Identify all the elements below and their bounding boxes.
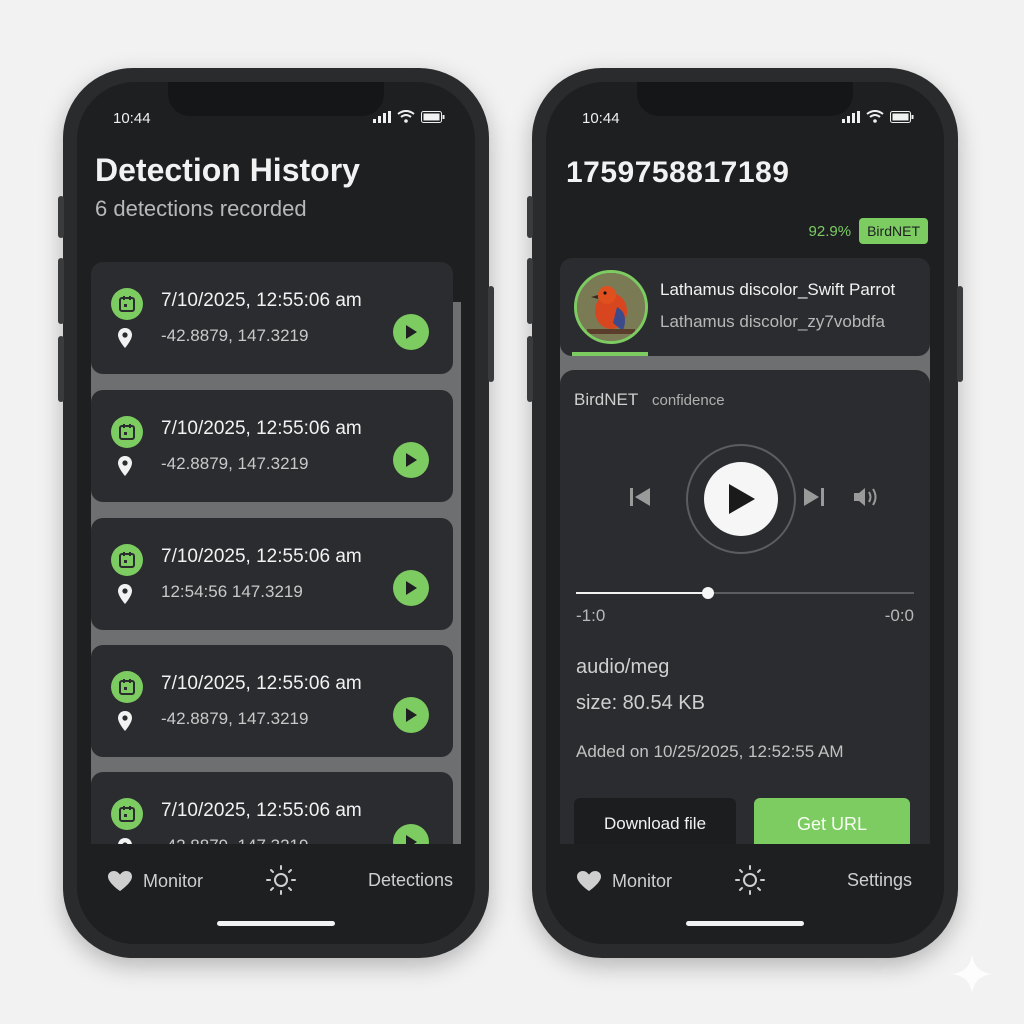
detection-id: 1759758817189 [566, 156, 790, 189]
play-button[interactable] [393, 697, 429, 733]
species-avatar [574, 270, 648, 344]
skip-forward-icon [804, 488, 824, 506]
audio-mime-type: audio/meg [576, 656, 670, 678]
skip-back-button[interactable] [628, 486, 652, 513]
audio-player-card: BirdNET confidence -1:0 -0:0 audio/meg s… [560, 370, 930, 880]
confidence-source-badge: BirdNET [859, 218, 928, 244]
species-common-name: Lathamus discolor_Swift Parrot [660, 280, 896, 299]
skip-forward-button[interactable] [802, 486, 826, 513]
volume-icon [854, 488, 877, 506]
play-button[interactable] [393, 442, 429, 478]
detection-coords: -42.8879, 147.3219 [161, 326, 309, 345]
calendar-icon [111, 288, 143, 320]
species-accent-bar [572, 352, 648, 356]
play-pause-button[interactable] [704, 462, 778, 536]
progress-knob[interactable] [701, 587, 714, 599]
volume-button[interactable] [852, 486, 880, 513]
heart-icon [108, 871, 132, 891]
confidence-row: 92.9% BirdNET [809, 218, 928, 244]
calendar-icon [111, 798, 143, 830]
battery-icon [890, 110, 914, 123]
location-pin-icon [117, 584, 133, 609]
detection-card[interactable]: 7/10/2025, 12:55:06 am -42.8879, 147.321… [91, 390, 453, 502]
player-header-sub: confidence [652, 392, 725, 409]
nav-detections[interactable]: Detections [368, 870, 453, 891]
detection-card[interactable]: 7/10/2025, 12:55:06 am -42.8879, 147.321… [91, 262, 453, 374]
screen-right: 10:44 1759758817189 92.9% BirdNET Latham… [546, 82, 944, 944]
player-header: BirdNET [574, 390, 639, 409]
detection-date: 7/10/2025, 12:55:06 am [161, 290, 362, 311]
play-button[interactable] [393, 314, 429, 350]
play-icon [406, 708, 417, 722]
phone-left: 10:44 Detection History 6 detections rec… [58, 68, 494, 958]
home-indicator [217, 921, 335, 926]
signal-icon [842, 110, 860, 123]
play-icon [406, 581, 417, 595]
status-time: 10:44 [113, 110, 151, 127]
detection-card[interactable]: 7/10/2025, 12:55:06 am 12:54:56 147.3219 [91, 518, 453, 630]
detection-coords: -42.8879, 147.3219 [161, 709, 309, 728]
progress-fill [576, 592, 708, 594]
signal-icon [373, 110, 391, 123]
wifi-icon [397, 110, 415, 123]
progress-slider[interactable] [576, 587, 914, 599]
nav-settings-label: Settings [846, 870, 912, 890]
page-subtitle: 6 detections recorded [95, 196, 307, 221]
species-card[interactable]: Lathamus discolor_Swift Parrot Lathamus … [560, 258, 930, 356]
battery-icon [421, 110, 445, 123]
status-icons [842, 110, 914, 123]
bottom-nav: Monitor Settings [546, 844, 944, 944]
nav-monitor-label: Monitor [612, 870, 673, 891]
gear-icon [735, 865, 765, 895]
bird-image [577, 273, 645, 341]
status-icons [373, 110, 445, 123]
nav-monitor[interactable]: Monitor [107, 870, 203, 892]
nav-detections-label: Detections [367, 870, 453, 890]
play-ring [686, 444, 796, 554]
confidence-value: 92.9% [808, 222, 852, 240]
time-elapsed: -1:0 [576, 606, 606, 625]
play-button[interactable] [393, 570, 429, 606]
detection-date: 7/10/2025, 12:55:06 am [161, 546, 362, 567]
notch [637, 82, 853, 116]
detection-coords: -42.8879, 147.3219 [161, 454, 309, 473]
nav-settings[interactable] [265, 864, 297, 896]
play-icon [406, 325, 417, 339]
get-url-button[interactable]: Get URL [754, 798, 910, 850]
detection-date: 7/10/2025, 12:55:06 am [161, 418, 362, 439]
location-pin-icon [117, 711, 133, 736]
sparkle-icon [952, 954, 992, 994]
nav-gear[interactable] [734, 864, 766, 896]
bottom-nav: Monitor Detections [77, 844, 475, 944]
calendar-icon [111, 416, 143, 448]
location-pin-icon [117, 328, 133, 353]
calendar-icon [111, 671, 143, 703]
added-date: Added on 10/25/2025, 12:52:55 AM [576, 742, 844, 761]
status-time: 10:44 [582, 110, 620, 127]
heart-icon [577, 871, 601, 891]
gear-icon [266, 865, 296, 895]
detection-coords: 12:54:56 147.3219 [161, 582, 303, 601]
download-file-button[interactable]: Download file [574, 798, 736, 850]
calendar-icon [111, 544, 143, 576]
play-icon [729, 484, 755, 514]
nav-monitor-label: Monitor [143, 870, 204, 891]
phone-right: 10:44 1759758817189 92.9% BirdNET Latham… [527, 68, 963, 958]
screen-left: 10:44 Detection History 6 detections rec… [77, 82, 475, 944]
detection-card[interactable]: 7/10/2025, 12:55:06 am -42.8879, 147.321… [91, 645, 453, 757]
home-indicator [686, 921, 804, 926]
wifi-icon [866, 110, 884, 123]
skip-back-icon [630, 488, 650, 506]
play-icon [406, 453, 417, 467]
page-title: Detection History [95, 152, 360, 188]
time-remaining: -0:0 [884, 606, 914, 625]
species-scientific-name: Lathamus discolor_zy7vobdfa [660, 312, 885, 331]
location-pin-icon [117, 456, 133, 481]
detection-date: 7/10/2025, 12:55:06 am [161, 800, 362, 821]
nav-settings[interactable]: Settings [847, 870, 912, 891]
nav-monitor[interactable]: Monitor [576, 870, 672, 892]
notch [168, 82, 384, 116]
detection-date: 7/10/2025, 12:55:06 am [161, 673, 362, 694]
audio-file-size: size: 80.54 KB [576, 692, 705, 714]
